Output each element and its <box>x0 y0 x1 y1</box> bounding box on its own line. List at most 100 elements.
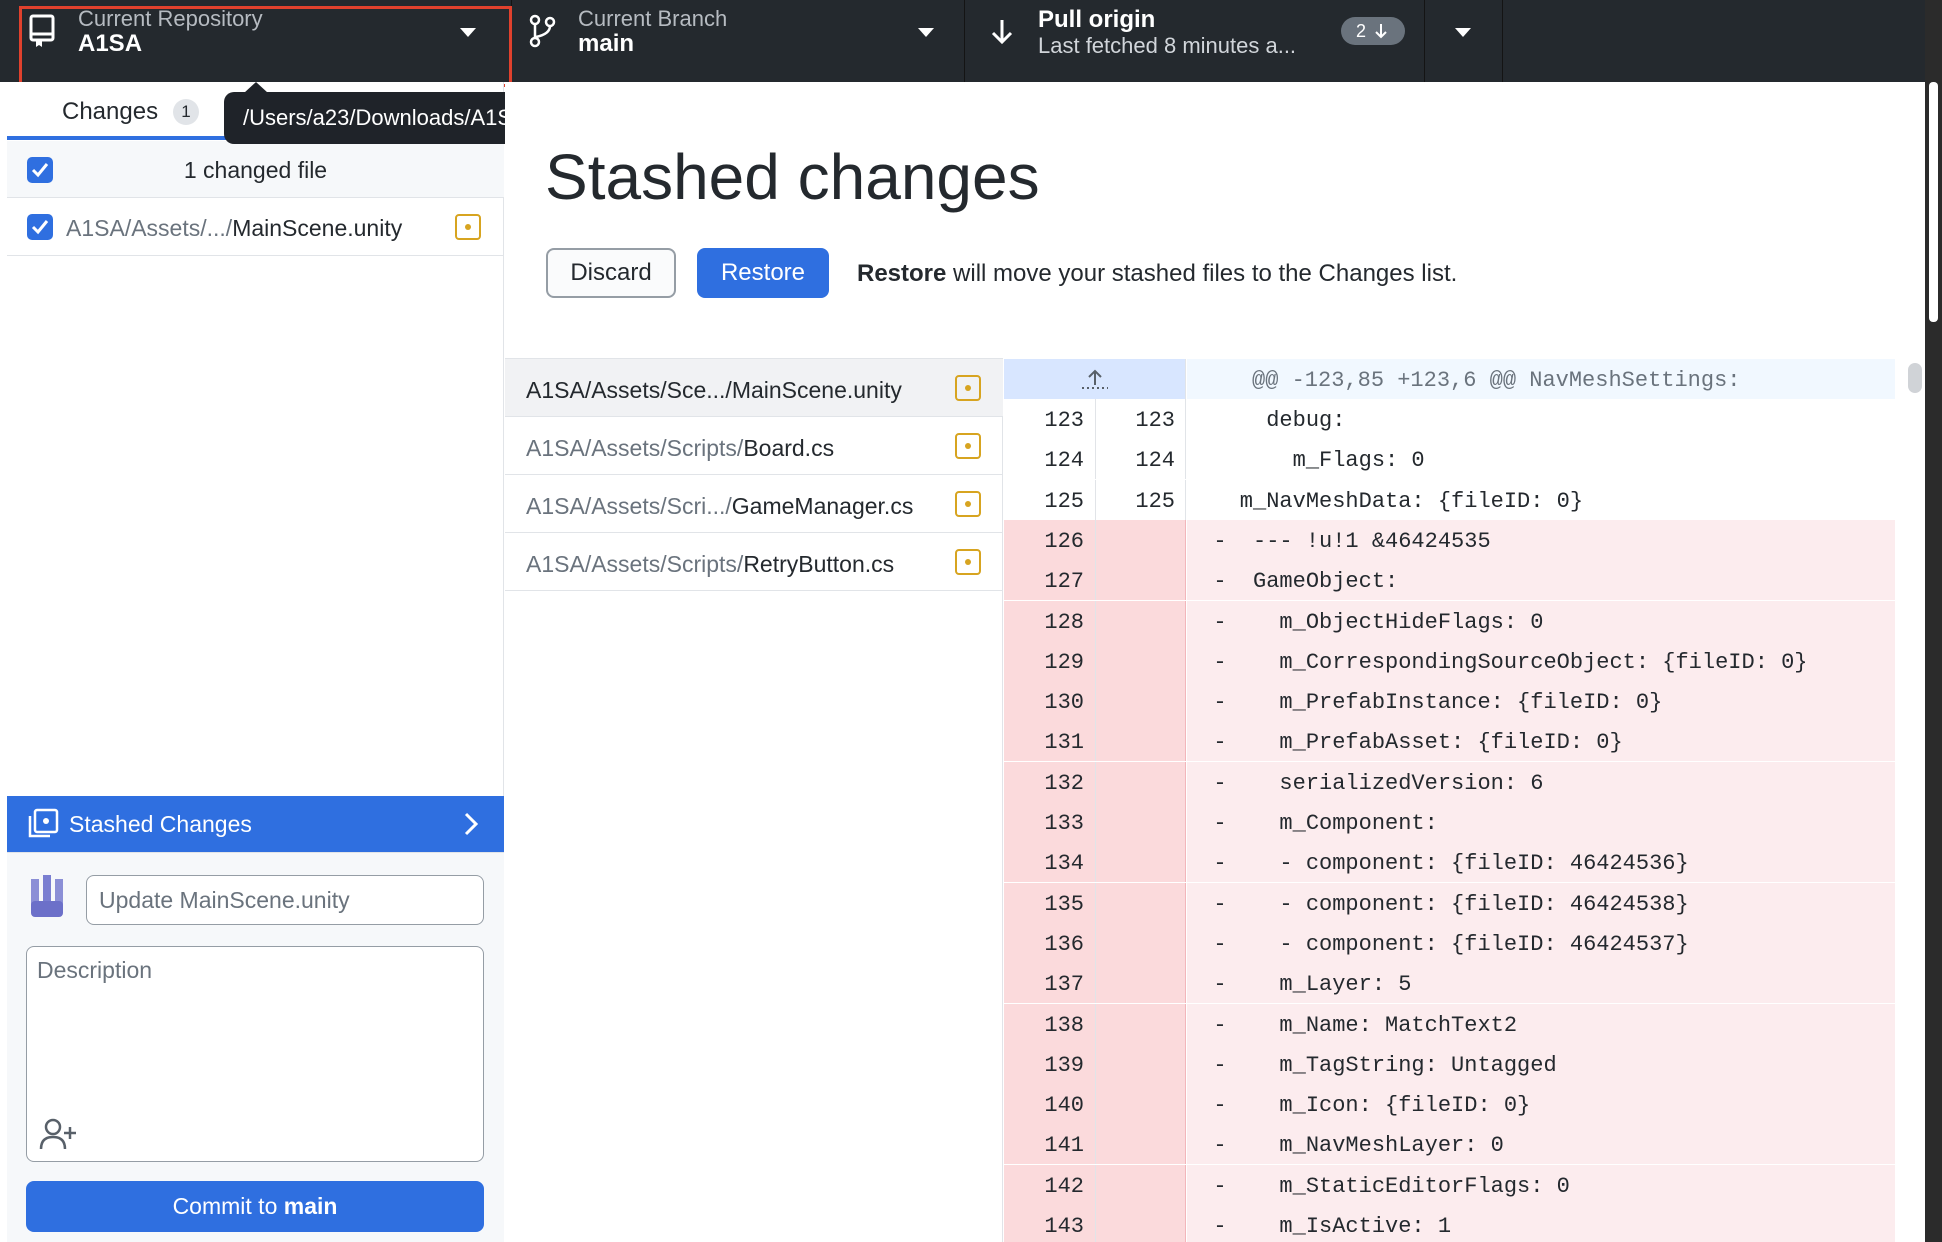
gutter-separator <box>1095 721 1096 762</box>
file-path-dir: A1SA/Assets/Scripts/ <box>526 435 744 461</box>
old-line-number: 137 <box>1044 972 1084 998</box>
pull-dropdown-button[interactable] <box>1425 0 1503 82</box>
diff-line-deleted[interactable]: 143 - m_IsActive: 1 <box>1004 1205 1895 1242</box>
gutter-separator <box>1095 1164 1096 1205</box>
gutter-separator <box>1095 560 1096 601</box>
file-modified-icon <box>955 375 981 401</box>
diff-line-deleted[interactable]: 135 - - component: {fileID: 46424538} <box>1004 882 1895 923</box>
current-branch-label: Current Branch <box>578 6 728 31</box>
stashed-file-item[interactable]: A1SA/Assets/Scri.../GameManager.cs <box>505 475 1003 533</box>
diff-line-context[interactable]: 123 123 debug: <box>1004 399 1895 439</box>
old-line-number: 131 <box>1044 730 1084 756</box>
line-number-gutter: 131 <box>1004 721 1186 762</box>
line-number-gutter: 137 <box>1004 963 1186 1004</box>
line-number-gutter: 136 <box>1004 922 1186 963</box>
diff-line-code: - m_NavMeshLayer: 0 <box>1187 1124 1895 1165</box>
chevron-down-icon <box>460 28 476 37</box>
stashed-changes-button[interactable]: Stashed Changes <box>7 796 504 852</box>
diff-line-deleted[interactable]: 128 - m_ObjectHideFlags: 0 <box>1004 600 1895 641</box>
diff-line-deleted[interactable]: 136 - - component: {fileID: 46424537} <box>1004 922 1895 963</box>
file-name: RetryButton.cs <box>743 551 895 577</box>
file-path-dir: A1SA/Assets/Scri.../ <box>526 493 732 519</box>
diff-line-deleted[interactable]: 140 - m_Icon: {fileID: 0} <box>1004 1084 1895 1125</box>
gutter-separator <box>1095 922 1096 963</box>
diff-line-code: - m_CorrespondingSourceObject: {fileID: … <box>1187 640 1895 681</box>
gutter-separator <box>1095 1003 1096 1044</box>
file-name: MainScene.unity <box>232 215 403 241</box>
diff-line-context[interactable]: 125 125 m_NavMeshData: {fileID: 0} <box>1004 479 1895 520</box>
changes-count-badge: 1 <box>173 99 199 125</box>
window-scrollbar-thumb[interactable] <box>1929 82 1938 322</box>
commit-button[interactable]: Commit to main <box>26 1181 484 1232</box>
old-line-number: 123 <box>1044 408 1084 433</box>
diff-line-deleted[interactable]: 130 - m_PrefabInstance: {fileID: 0} <box>1004 681 1895 722</box>
gutter-separator <box>1095 1084 1096 1125</box>
file-checkbox[interactable] <box>27 214 53 240</box>
file-path-dir: A1SA/Assets/Sce.../ <box>526 377 732 403</box>
stashed-file-item[interactable]: A1SA/Assets/Sce.../MainScene.unity <box>505 359 1003 417</box>
file-modified-icon <box>955 549 981 575</box>
diff-line-deleted[interactable]: 134 - - component: {fileID: 46424536} <box>1004 842 1895 883</box>
diff-line-deleted[interactable]: 142 - m_StaticEditorFlags: 0 <box>1004 1164 1895 1205</box>
diff-line-code: - GameObject: <box>1187 560 1895 601</box>
diff-line-context[interactable]: 124 124 m_Flags: 0 <box>1004 439 1895 480</box>
diff-line-code: m_Flags: 0 <box>1187 439 1895 480</box>
gutter-separator <box>1095 842 1096 883</box>
line-number-gutter: 129 <box>1004 640 1186 681</box>
add-coauthor-icon[interactable] <box>39 1117 79 1151</box>
old-line-number: 132 <box>1044 770 1084 796</box>
diff-scrollbar[interactable] <box>1908 363 1922 393</box>
diff-line-deleted[interactable]: 129 - m_CorrespondingSourceObject: {file… <box>1004 640 1895 681</box>
restore-button[interactable]: Restore <box>697 248 829 298</box>
old-line-number: 127 <box>1044 569 1084 595</box>
diff-line-deleted[interactable]: 126 - --- !u!1 &46424535 <box>1004 519 1895 560</box>
line-number-gutter: 135 <box>1004 882 1186 923</box>
commit-description-input[interactable] <box>37 957 473 1107</box>
diff-line-deleted[interactable]: 137 - m_Layer: 5 <box>1004 963 1895 1004</box>
stashed-file-item[interactable]: A1SA/Assets/Scripts/RetryButton.cs <box>505 533 1003 591</box>
restore-note: Restore will move your stashed files to … <box>857 260 1457 288</box>
discard-button[interactable]: Discard <box>546 248 676 298</box>
diff-line-deleted[interactable]: 133 - m_Component: <box>1004 802 1895 842</box>
file-path: A1SA/Assets/Scri.../GameManager.cs <box>526 493 913 520</box>
old-line-number: 130 <box>1044 690 1084 716</box>
line-number-gutter: 141 <box>1004 1124 1186 1165</box>
diff-line-code: - m_StaticEditorFlags: 0 <box>1187 1164 1895 1205</box>
hunk-header-label: @@ -123,85 +123,6 @@ NavMeshSettings: <box>1252 368 1741 393</box>
current-branch-button[interactable]: Current Branch main <box>512 0 965 82</box>
diff-line-code: m_NavMeshData: {fileID: 0} <box>1187 479 1895 520</box>
gutter-separator <box>1095 640 1096 681</box>
diff-line-deleted[interactable]: 132 - serializedVersion: 6 <box>1004 761 1895 802</box>
diff-line-code: - m_Layer: 5 <box>1187 963 1895 1004</box>
gutter-separator <box>1095 600 1096 641</box>
diff-line-deleted[interactable]: 131 - m_PrefabAsset: {fileID: 0} <box>1004 721 1895 762</box>
expand-hunk-button[interactable] <box>1004 359 1186 399</box>
line-number-gutter: 125 125 <box>1004 479 1186 520</box>
current-repository-button[interactable]: Current Repository A1SA <box>0 0 512 82</box>
file-path-dir: A1SA/Assets/.../ <box>66 215 233 241</box>
window-scrollbar[interactable] <box>1925 0 1942 1242</box>
line-number-gutter: 126 <box>1004 519 1186 560</box>
arrow-down-icon <box>1375 24 1387 39</box>
diff-hunk-header: @@ -123,85 +123,6 @@ NavMeshSettings: <box>1004 359 1895 399</box>
changed-file-item[interactable]: A1SA/Assets/.../MainScene.unity <box>7 198 504 256</box>
toolbar: Current Repository A1SA Current Branch m… <box>0 0 1925 82</box>
arrow-down-icon <box>987 14 1017 48</box>
main-panel: Stashed changes Discard Restore Restore … <box>505 82 1925 1242</box>
tab-changes-label: Changes <box>62 98 159 125</box>
tab-changes[interactable]: Changes 1 <box>7 82 255 140</box>
pull-origin-button[interactable]: Pull origin Last fetched 8 minutes a... … <box>965 0 1425 82</box>
commit-summary-input[interactable] <box>86 875 484 925</box>
stashed-changes-label: Stashed Changes <box>69 811 252 837</box>
stashed-file-item[interactable]: A1SA/Assets/Scripts/Board.cs <box>505 417 1003 475</box>
diff-line-code: - - component: {fileID: 46424537} <box>1187 922 1895 963</box>
diff-line-code: - m_ObjectHideFlags: 0 <box>1187 600 1895 641</box>
hunk-header-text: @@ -123,85 +123,6 @@ NavMeshSettings: <box>1187 359 1895 399</box>
diff-line-deleted[interactable]: 139 - m_TagString: Untagged <box>1004 1043 1895 1084</box>
diff-line-deleted[interactable]: 141 - m_NavMeshLayer: 0 <box>1004 1124 1895 1165</box>
page-title: Stashed changes <box>545 141 1040 213</box>
line-number-gutter: 138 <box>1004 1003 1186 1044</box>
diff-line-deleted[interactable]: 138 - m_Name: MatchText2 <box>1004 1003 1895 1044</box>
branch-name: main <box>578 30 635 57</box>
diff-line-deleted[interactable]: 127 - GameObject: <box>1004 560 1895 601</box>
